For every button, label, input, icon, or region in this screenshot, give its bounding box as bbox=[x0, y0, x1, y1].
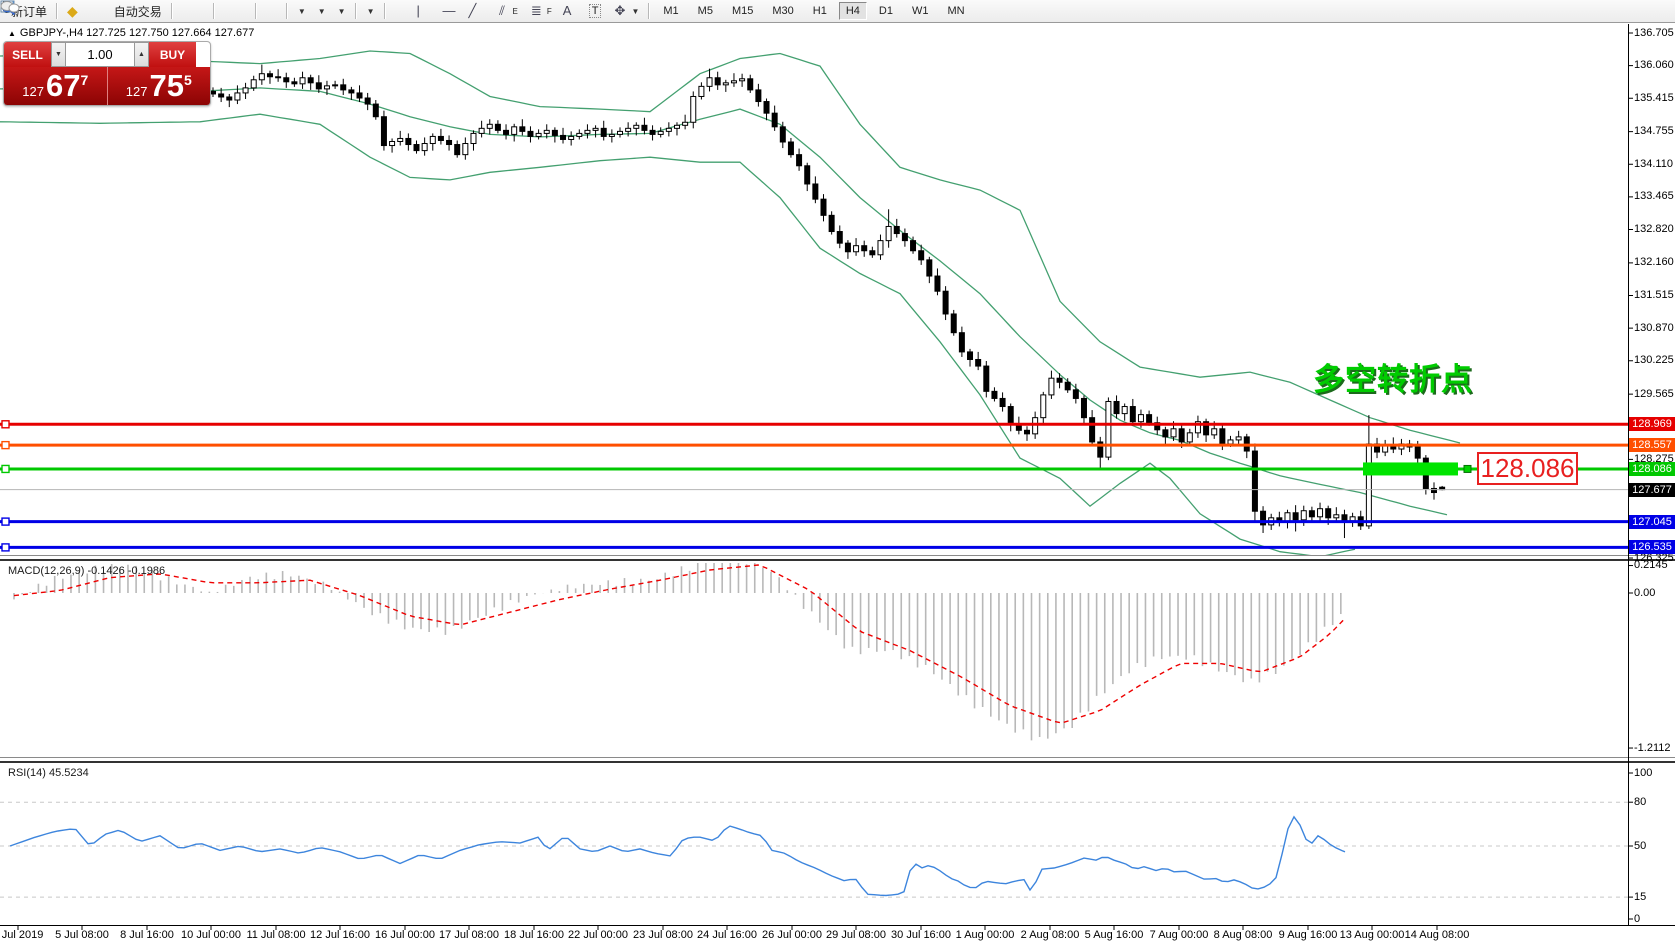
lot-size-input[interactable] bbox=[66, 42, 134, 67]
rsi-tick-label: 15 bbox=[1634, 891, 1675, 904]
price-callout-label: 128.086 bbox=[1477, 452, 1578, 485]
collapse-panel-icon[interactable]: ▲ bbox=[8, 29, 16, 38]
rsi-label: RSI(14) 45.5234 bbox=[8, 767, 89, 779]
lot-increase-button[interactable]: ▲ bbox=[134, 42, 149, 67]
price-tick-label: 132.820 bbox=[1634, 223, 1675, 236]
price-tag: 128.969 bbox=[1629, 417, 1675, 431]
macd-tick-label: 0.2145 bbox=[1634, 559, 1675, 572]
one-click-trading-panel: SELL ▼ ▲ BUY 127 67 7 127 75 5 bbox=[3, 41, 211, 106]
date-label: 14 Aug 08:00 bbox=[1391, 929, 1483, 941]
sell-price-big: 67 bbox=[46, 69, 80, 103]
price-tick-label: 132.160 bbox=[1634, 256, 1675, 269]
price-tag: 126.535 bbox=[1629, 540, 1675, 554]
current-price-tag: 127.677 bbox=[1629, 483, 1675, 497]
bollinger-middle bbox=[0, 88, 1447, 515]
buy-price-pip: 5 bbox=[184, 72, 192, 88]
buy-price-prefix: 127 bbox=[126, 84, 148, 99]
macd-label: MACD(12,26,9) -0.1426 -0.1986 bbox=[8, 565, 165, 577]
sell-price-prefix: 127 bbox=[22, 84, 44, 99]
price-tick-label: 134.110 bbox=[1634, 158, 1675, 171]
price-tick-label: 136.705 bbox=[1634, 27, 1675, 40]
price-tick-label: 136.060 bbox=[1634, 59, 1675, 72]
chart-canvas[interactable] bbox=[0, 0, 1675, 944]
rsi-tick-label: 100 bbox=[1634, 767, 1675, 780]
price-tick-label: 135.415 bbox=[1634, 92, 1675, 105]
price-tick-label: 130.870 bbox=[1634, 322, 1675, 335]
sell-price-display[interactable]: 127 67 7 bbox=[4, 67, 108, 105]
mt4-terminal: { "toolbar": { "new_order": "新订单", "auto… bbox=[0, 0, 1675, 944]
price-tick-label: 129.565 bbox=[1634, 388, 1675, 401]
price-tick-label: 133.465 bbox=[1634, 190, 1675, 203]
price-tag: 128.086 bbox=[1629, 462, 1675, 476]
symbol-ohlc-line: ▲ GBPJPY-,H4 127.725 127.750 127.664 127.… bbox=[8, 27, 254, 39]
price-tag: 127.045 bbox=[1629, 515, 1675, 529]
rsi-tick-label: 0 bbox=[1634, 913, 1675, 926]
bollinger-lower bbox=[0, 114, 1355, 557]
macd-tick-label: 0.00 bbox=[1634, 587, 1675, 600]
rsi-tick-label: 80 bbox=[1634, 796, 1675, 809]
sell-price-pip: 7 bbox=[80, 72, 88, 88]
bollinger-upper bbox=[0, 51, 1460, 443]
highlight-band bbox=[1363, 462, 1458, 475]
price-tick-label: 131.515 bbox=[1634, 289, 1675, 302]
price-tick-label: 134.755 bbox=[1634, 125, 1675, 138]
buy-price-big: 75 bbox=[149, 69, 183, 103]
lot-decrease-button[interactable]: ▼ bbox=[51, 42, 66, 67]
buy-price-display[interactable]: 127 75 5 bbox=[108, 67, 211, 105]
rsi-tick-label: 50 bbox=[1634, 840, 1675, 853]
sell-button[interactable]: SELL bbox=[4, 42, 51, 67]
main-chart-layer bbox=[0, 51, 1628, 557]
buy-button[interactable]: BUY bbox=[149, 42, 196, 67]
price-tick-label: 130.225 bbox=[1634, 354, 1675, 367]
rsi-layer bbox=[0, 802, 1628, 897]
price-tag: 128.557 bbox=[1629, 438, 1675, 452]
macd-tick-label: -1.2112 bbox=[1634, 742, 1675, 755]
symbol-ohlc-text: GBPJPY-,H4 127.725 127.750 127.664 127.6… bbox=[20, 27, 254, 39]
macd-layer bbox=[14, 554, 1345, 740]
turning-point-annotation: 多空转折点 bbox=[1313, 354, 1473, 399]
